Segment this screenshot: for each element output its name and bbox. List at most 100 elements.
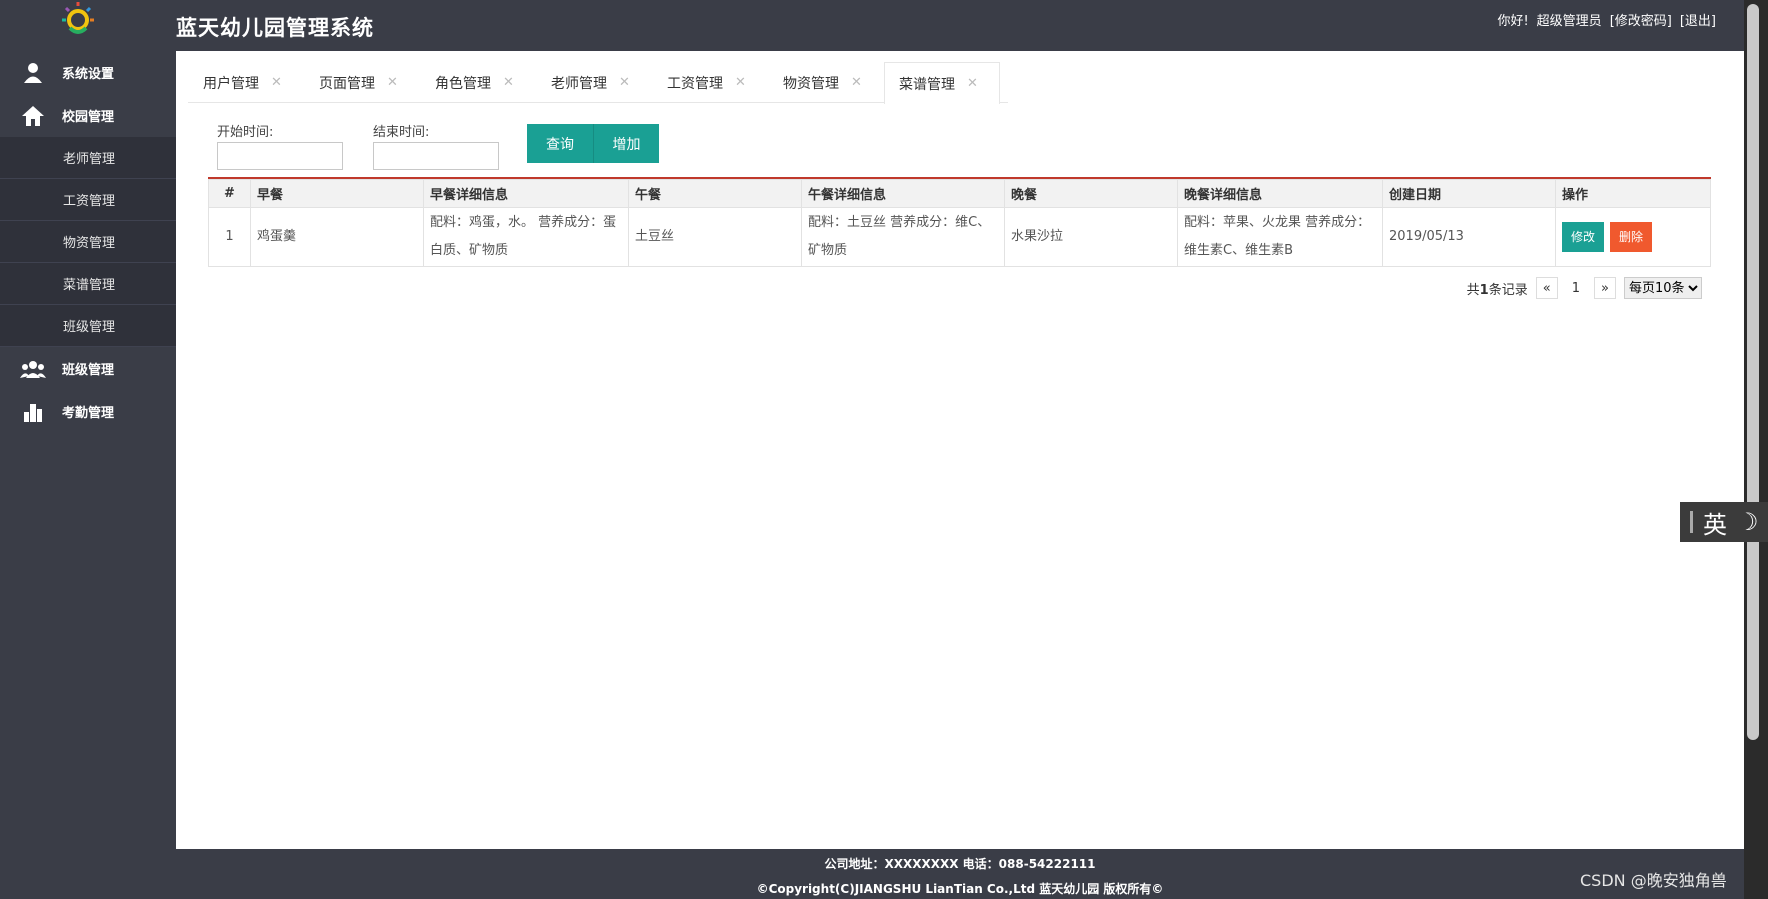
bar-chart-icon [18,399,48,425]
close-icon[interactable]: ✕ [387,75,398,90]
total-suffix: 条记录 [1488,282,1528,298]
col-actions: 操作 [1555,179,1711,208]
close-icon[interactable]: ✕ [735,75,746,90]
tab-bar: 用户管理 ✕ 页面管理 ✕ 角色管理 ✕ 老师管理 ✕ 工资管理 ✕ 物资管理 ✕ 菜谱管理… [188,61,1008,104]
sidebar-item-salary[interactable]: 工资管理 [0,179,176,221]
edit-button[interactable]: 修改 [1562,221,1605,252]
tab-label: 老师管理 [551,75,607,92]
ime-indicator[interactable]: 英 ☽ [1680,502,1768,542]
total-count: 1 [1479,282,1489,298]
sidebar-submenu: 老师管理 工资管理 物资管理 菜谱管理 班级管理 [0,137,176,347]
user-icon [18,60,48,86]
cell-index: 1 [208,207,251,267]
cell-dinner: 水果沙拉 [1004,207,1178,267]
tab-pages[interactable]: 页面管理 ✕ [304,61,420,103]
tab-roles[interactable]: 角色管理 ✕ [420,61,536,103]
close-icon[interactable]: ✕ [271,75,282,90]
close-icon[interactable]: ✕ [503,75,514,90]
tab-label: 用户管理 [203,75,259,92]
col-lunch-detail: 午餐详细信息 [801,179,1005,208]
moon-icon: ☽ [1737,508,1759,536]
cell-created: 2019/05/13 [1382,207,1556,267]
per-page-select[interactable]: 每页10条 [1624,277,1702,299]
next-page-button[interactable]: » [1594,277,1616,299]
tab-supplies[interactable]: 物资管理 ✕ [768,61,884,103]
cell-actions: 修改 删除 [1555,207,1711,267]
group-icon [18,356,48,382]
main-panel: 用户管理 ✕ 页面管理 ✕ 角色管理 ✕ 老师管理 ✕ 工资管理 ✕ 物资管理 ✕ 菜谱管理… [176,51,1744,849]
sidebar: 系统设置 校园管理 老师管理 工资管理 物资管理 菜谱管理 班级管理 班级管理 … [0,51,176,899]
page-number[interactable]: 1 [1566,281,1586,296]
table-header-row: # 早餐 早餐详细信息 午餐 午餐详细信息 晚餐 晚餐详细信息 创建日期 操作 [208,179,1711,208]
start-time-input[interactable] [217,142,343,170]
menu-table: # 早餐 早餐详细信息 午餐 午餐详细信息 晚餐 晚餐详细信息 创建日期 操作 … [208,177,1711,267]
top-header: 蓝天幼儿园管理系统 你好! 超级管理员 [修改密码] [退出] [0,0,1744,51]
col-dinner: 晚餐 [1004,179,1178,208]
tab-label: 物资管理 [783,75,839,92]
scrollbar-thumb[interactable] [1747,4,1759,740]
tab-menu[interactable]: 菜谱管理 ✕ [884,62,1000,104]
sidebar-group-label: 系统设置 [62,67,115,82]
user-bar: 你好! 超级管理员 [修改密码] [退出] [1497,10,1716,29]
cell-lunch-detail: 配料：土豆丝 营养成分：维C、矿物质 [801,207,1005,267]
sidebar-group-campus[interactable]: 校园管理 [0,94,176,137]
col-breakfast: 早餐 [250,179,424,208]
table-row: 1 鸡蛋羹 配料：鸡蛋，水。 营养成分：蛋白质、矿物质 土豆丝 配料：土豆丝 营… [208,207,1711,267]
ime-label: 英 [1703,510,1727,539]
col-index: # [208,179,251,208]
tab-label: 菜谱管理 [899,76,955,93]
sidebar-item-menu[interactable]: 菜谱管理 [0,263,176,305]
tab-label: 角色管理 [435,75,491,92]
total-records: 共1条记录 [1467,279,1528,298]
tab-label: 工资管理 [667,75,723,92]
col-created: 创建日期 [1382,179,1556,208]
end-time-label: 结束时间: [373,125,430,140]
filter-buttons: 查询 增加 [527,124,659,163]
tab-users[interactable]: 用户管理 ✕ [188,61,304,103]
close-icon[interactable]: ✕ [619,75,630,90]
tab-label: 页面管理 [319,75,375,92]
close-icon[interactable]: ✕ [967,76,978,91]
sidebar-group-attendance[interactable]: 考勤管理 [0,390,176,433]
change-password-link[interactable]: [修改密码] [1610,10,1672,29]
delete-button[interactable]: 删除 [1610,221,1653,252]
start-time-label: 开始时间: [217,125,274,140]
cell-breakfast: 鸡蛋羹 [250,207,424,267]
end-time-input[interactable] [373,142,499,170]
start-time-filter: 开始时间: [217,121,343,170]
cell-dinner-detail: 配料：苹果、火龙果 营养成分：维生素C、维生素B [1177,207,1383,267]
logout-link[interactable]: [退出] [1680,10,1716,29]
sidebar-item-supplies[interactable]: 物资管理 [0,221,176,263]
pagination: 共1条记录 « 1 » 每页10条 [1467,277,1702,299]
add-button[interactable]: 增加 [593,124,659,163]
watermark: CSDN @晚安独角兽 [1580,871,1727,890]
col-breakfast-detail: 早餐详细信息 [423,179,629,208]
footer-address: 公司地址：XXXXXXXX 电话：088-54222111 [824,857,1096,871]
query-button[interactable]: 查询 [527,124,593,163]
footer-copyright: ©Copyright(C)JIANGSHU LianTian Co.,Ltd 蓝… [756,882,1164,896]
end-time-filter: 结束时间: [373,121,499,170]
col-dinner-detail: 晚餐详细信息 [1177,179,1383,208]
ime-handle[interactable] [1690,511,1693,533]
footer: 公司地址：XXXXXXXX 电话：088-54222111 ©Copyright… [176,849,1744,899]
close-icon[interactable]: ✕ [851,75,862,90]
home-icon [18,103,48,129]
cell-breakfast-detail: 配料：鸡蛋，水。 营养成分：蛋白质、矿物质 [423,207,629,267]
sidebar-group-label: 考勤管理 [62,406,115,421]
sidebar-item-teachers[interactable]: 老师管理 [0,137,176,179]
sidebar-group-system[interactable]: 系统设置 [0,51,176,94]
sidebar-group-label: 校园管理 [62,110,115,125]
sidebar-group-classes[interactable]: 班级管理 [0,347,176,390]
app-title: 蓝天幼儿园管理系统 [176,16,374,40]
cell-lunch: 土豆丝 [628,207,802,267]
total-prefix: 共 [1466,282,1480,298]
logo-icon [52,0,104,44]
prev-page-button[interactable]: « [1535,277,1558,299]
sidebar-item-classes[interactable]: 班级管理 [0,305,176,347]
col-lunch: 午餐 [628,179,802,208]
greeting: 你好! [1497,14,1529,29]
tab-salary[interactable]: 工资管理 ✕ [652,61,768,103]
user-role: 超级管理员 [1536,14,1602,29]
sidebar-group-label: 班级管理 [62,363,115,378]
tab-teachers[interactable]: 老师管理 ✕ [536,61,652,103]
